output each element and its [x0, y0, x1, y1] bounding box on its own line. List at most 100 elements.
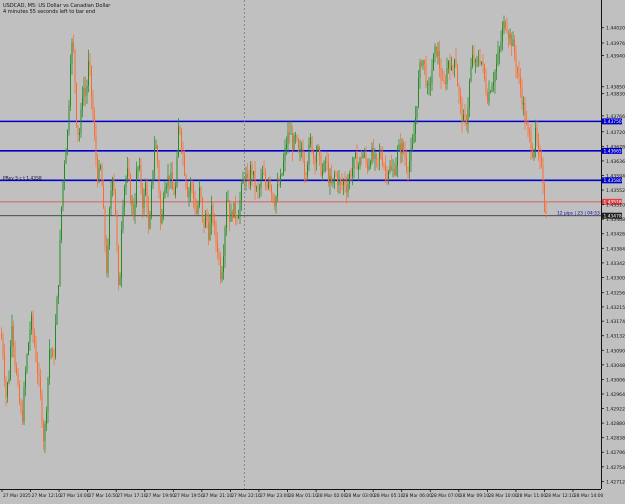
x-tick-label: 27 Mar 23:00 — [260, 493, 290, 499]
candle-body — [272, 193, 274, 202]
candle-body — [208, 222, 209, 240]
candle-body — [206, 213, 208, 223]
candle-body — [239, 200, 241, 216]
y-tick-label: 1.43850 — [606, 85, 625, 91]
candle-body — [469, 81, 470, 108]
candle-body — [209, 223, 211, 240]
candle-body — [140, 165, 142, 188]
candle-body — [35, 344, 37, 362]
candle-body — [215, 224, 217, 242]
candle-body — [265, 173, 266, 186]
candle-body — [322, 171, 323, 176]
candle-body — [149, 216, 151, 229]
y-tick-label: 1.42712 — [606, 479, 625, 485]
candle-body — [98, 168, 100, 182]
y-tick-label: 1.42754 — [606, 465, 625, 471]
candle-body — [113, 178, 115, 189]
candle-body — [286, 144, 287, 149]
candle-body — [83, 87, 85, 98]
candle-body — [326, 161, 328, 163]
candle-body — [391, 166, 392, 171]
candle-body — [382, 157, 383, 165]
candle-body — [343, 180, 344, 185]
candle-body — [370, 162, 371, 166]
candle-body — [466, 116, 467, 125]
chart-window: 1.43750 1.43665 1.43580 PRev 5 c t 1.4358 1.… — [0, 0, 625, 500]
x-tick-label: 28 Mar 03:00 — [346, 493, 376, 499]
candle-body — [89, 60, 91, 67]
candle-body — [167, 175, 169, 187]
candle-body — [365, 154, 367, 162]
candle-body — [358, 165, 359, 170]
candle-body — [323, 162, 325, 172]
candle-body — [190, 183, 191, 191]
candle-body — [532, 150, 533, 158]
candle-body — [122, 206, 124, 231]
candle-body — [7, 382, 8, 397]
candle-body — [424, 59, 425, 64]
candle-body — [385, 166, 386, 171]
candle-body — [197, 205, 199, 214]
candle-body — [74, 49, 76, 84]
candle-body — [217, 241, 218, 253]
candle-body — [116, 215, 118, 246]
candle-body — [40, 376, 41, 394]
candle-body — [152, 170, 154, 185]
x-tick-label: 27 Mar 22:10 — [231, 493, 261, 499]
candle-body — [220, 257, 221, 280]
candle-body — [278, 184, 280, 185]
y-tick-label: 1.43766 — [606, 114, 625, 120]
candle-body — [44, 424, 46, 442]
candle-body — [179, 126, 181, 132]
candle-body — [76, 83, 77, 126]
candle-body — [373, 147, 374, 159]
y-tick-label: 1.44020 — [606, 26, 625, 32]
candle-body — [295, 135, 296, 137]
candle-body — [79, 132, 80, 135]
candle-body — [313, 151, 314, 158]
y-tick-label: 1.43342 — [606, 261, 625, 267]
candle-body — [460, 94, 461, 103]
candle-body — [346, 185, 347, 193]
candle-body — [227, 200, 229, 202]
candle-body — [299, 149, 301, 152]
candle-body — [139, 165, 140, 168]
candle-body — [110, 190, 112, 209]
candle-body — [364, 154, 365, 156]
y-tick-label: 1.43174 — [606, 319, 625, 325]
x-tick-label: 27 Mar 19:50 — [174, 493, 204, 499]
candle-body — [176, 157, 178, 187]
candle-body — [442, 80, 443, 81]
candle-body — [275, 196, 277, 207]
candle-body — [109, 208, 110, 246]
candle-body — [241, 183, 242, 201]
candle-body — [175, 186, 176, 195]
candle-body — [446, 68, 448, 85]
bar-countdown-text: 4 minutes 55 seconds left to bar end — [3, 9, 96, 15]
candle-body — [251, 165, 253, 175]
candle-body — [254, 171, 256, 188]
candle-body — [413, 133, 415, 144]
candle-body — [271, 185, 272, 194]
candle-body — [544, 184, 545, 212]
candle-body — [130, 175, 131, 203]
price-chart[interactable]: 1.437501.436651.43580PRev 5 c t 1.43581.… — [0, 0, 625, 500]
candle-body — [419, 62, 421, 78]
y-tick-label: 1.42964 — [606, 392, 625, 398]
candle-body — [233, 202, 235, 218]
candle-body — [418, 77, 419, 107]
candle-body — [289, 132, 290, 135]
candle-body — [485, 78, 487, 93]
candle-body — [38, 373, 40, 377]
candle-body — [211, 205, 212, 224]
candle-body — [128, 168, 130, 176]
candle-body — [121, 230, 122, 278]
candle-body — [464, 115, 466, 117]
candle-body — [13, 326, 14, 346]
candle-body — [137, 167, 139, 171]
candle-body — [232, 211, 233, 218]
candle-body — [131, 202, 133, 203]
candle-body — [115, 188, 116, 216]
candle-body — [23, 387, 25, 423]
candle-body — [296, 135, 298, 140]
